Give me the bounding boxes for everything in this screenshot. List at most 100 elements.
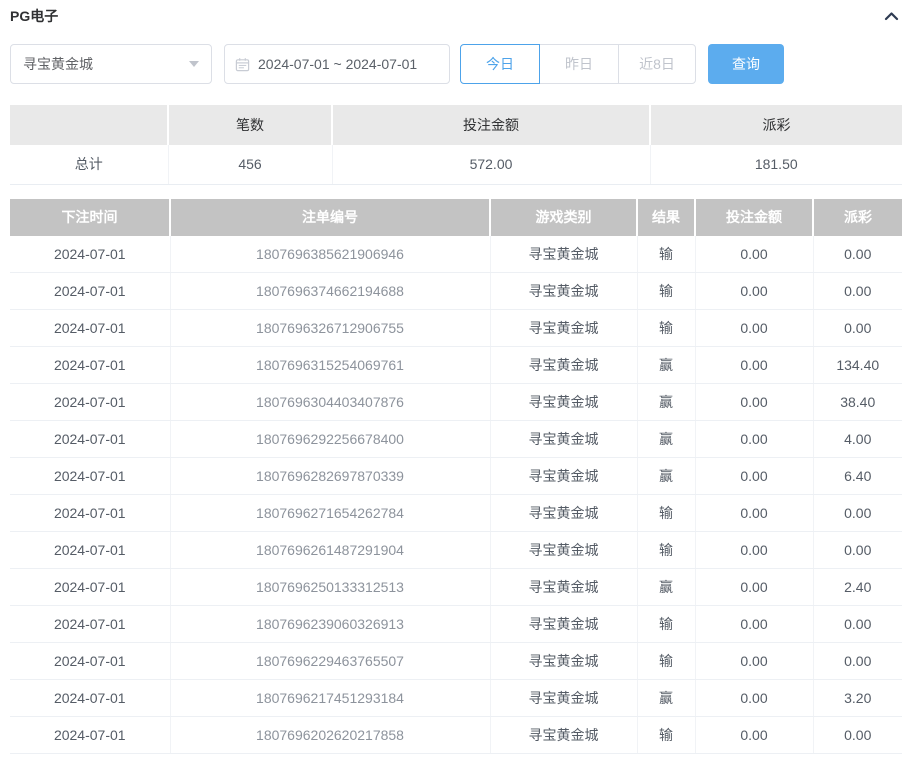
record-row: 2024-07-01 1807696304403407876 寻宝黄金城 赢 0… (10, 384, 902, 421)
collapse-button[interactable] (881, 7, 902, 25)
record-row: 2024-07-01 1807696326712906755 寻宝黄金城 输 0… (10, 310, 902, 347)
cell-game-type: 寻宝黄金城 (490, 384, 637, 421)
cell-bet-id: 1807696292256678400 (170, 421, 490, 458)
summary-col-payout: 派彩 (650, 105, 902, 145)
cell-game-type: 寻宝黄金城 (490, 643, 637, 680)
panel-title: PG电子 (10, 6, 58, 26)
record-row: 2024-07-01 1807696239060326913 寻宝黄金城 输 0… (10, 606, 902, 643)
date-range-value: 2024-07-01 ~ 2024-07-01 (258, 56, 417, 72)
cell-payout: 0.00 (813, 643, 902, 680)
date-range-input[interactable]: 2024-07-01 ~ 2024-07-01 (224, 44, 450, 84)
records-header-row: 下注时间 注单编号 游戏类别 结果 投注金额 派彩 (10, 199, 902, 236)
panel-header: PG电子 (10, 0, 902, 26)
cell-bet-amount: 0.00 (695, 606, 813, 643)
record-row: 2024-07-01 1807696271654262784 寻宝黄金城 输 0… (10, 495, 902, 532)
cell-game-type: 寻宝黄金城 (490, 273, 637, 310)
calendar-icon (235, 57, 250, 72)
summary-table: 笔数 投注金额 派彩 总计 456 572.00 181.50 (10, 105, 902, 185)
cell-payout: 0.00 (813, 717, 902, 754)
cell-bet-amount: 0.00 (695, 680, 813, 717)
cell-game-type: 寻宝黄金城 (490, 569, 637, 606)
cell-result: 赢 (637, 680, 695, 717)
cell-payout: 0.00 (813, 273, 902, 310)
cell-bet-id: 1807696217451293184 (170, 680, 490, 717)
cell-bet-id: 1807696271654262784 (170, 495, 490, 532)
cell-result: 输 (637, 273, 695, 310)
cell-result: 输 (637, 532, 695, 569)
cell-game-type: 寻宝黄金城 (490, 532, 637, 569)
quick-range-group: 今日 昨日 近8日 (460, 44, 696, 84)
range-button-today[interactable]: 今日 (460, 44, 540, 84)
cell-bet-id: 1807696239060326913 (170, 606, 490, 643)
cell-payout: 0.00 (813, 495, 902, 532)
query-button[interactable]: 查询 (708, 44, 784, 84)
cell-bet-time: 2024-07-01 (10, 606, 170, 643)
cell-game-type: 寻宝黄金城 (490, 606, 637, 643)
records-col-game-type: 游戏类别 (490, 199, 637, 236)
cell-bet-time: 2024-07-01 (10, 569, 170, 606)
records-table: 下注时间 注单编号 游戏类别 结果 投注金额 派彩 2024-07-01 180… (10, 199, 902, 755)
cell-bet-time: 2024-07-01 (10, 680, 170, 717)
summary-header-row: 笔数 投注金额 派彩 (10, 105, 902, 145)
cell-game-type: 寻宝黄金城 (490, 717, 637, 754)
cell-bet-amount: 0.00 (695, 384, 813, 421)
cell-result: 赢 (637, 458, 695, 495)
cell-game-type: 寻宝黄金城 (490, 236, 637, 273)
cell-bet-amount: 0.00 (695, 643, 813, 680)
record-row: 2024-07-01 1807696261487291904 寻宝黄金城 输 0… (10, 532, 902, 569)
records-col-result: 结果 (637, 199, 695, 236)
cell-payout: 0.00 (813, 236, 902, 273)
cell-bet-amount: 0.00 (695, 236, 813, 273)
cell-bet-amount: 0.00 (695, 532, 813, 569)
chevron-up-icon (883, 11, 900, 26)
game-select[interactable]: 寻宝黄金城 (10, 44, 212, 84)
record-row: 2024-07-01 1807696292256678400 寻宝黄金城 赢 0… (10, 421, 902, 458)
summary-total-payout: 181.50 (650, 145, 902, 184)
summary-total-count: 456 (168, 145, 332, 184)
records-col-bet-amount: 投注金额 (695, 199, 813, 236)
game-select-value: 寻宝黄金城 (23, 54, 93, 74)
cell-game-type: 寻宝黄金城 (490, 495, 637, 532)
cell-bet-time: 2024-07-01 (10, 384, 170, 421)
cell-bet-amount: 0.00 (695, 273, 813, 310)
cell-bet-id: 1807696385621906946 (170, 236, 490, 273)
cell-bet-amount: 0.00 (695, 347, 813, 384)
range-button-last8days[interactable]: 近8日 (618, 44, 696, 84)
cell-bet-time: 2024-07-01 (10, 347, 170, 384)
cell-game-type: 寻宝黄金城 (490, 347, 637, 384)
cell-bet-amount: 0.00 (695, 310, 813, 347)
cell-result: 赢 (637, 569, 695, 606)
cell-bet-time: 2024-07-01 (10, 495, 170, 532)
range-button-yesterday[interactable]: 昨日 (539, 44, 619, 84)
cell-result: 赢 (637, 347, 695, 384)
filter-bar: 寻宝黄金城 2024-07-01 ~ 2024-07-01 今日 昨日 近8日 … (10, 44, 902, 84)
cell-payout: 0.00 (813, 532, 902, 569)
cell-payout: 0.00 (813, 606, 902, 643)
records-body: 2024-07-01 1807696385621906946 寻宝黄金城 输 0… (10, 236, 902, 754)
cell-bet-amount: 0.00 (695, 421, 813, 458)
cell-result: 赢 (637, 421, 695, 458)
cell-payout: 38.40 (813, 384, 902, 421)
cell-game-type: 寻宝黄金城 (490, 458, 637, 495)
summary-total-bet-amount: 572.00 (332, 145, 650, 184)
cell-bet-amount: 0.00 (695, 717, 813, 754)
summary-total-row: 总计 456 572.00 181.50 (10, 145, 902, 184)
records-col-payout: 派彩 (813, 199, 902, 236)
cell-bet-time: 2024-07-01 (10, 421, 170, 458)
cell-bet-time: 2024-07-01 (10, 236, 170, 273)
cell-result: 输 (637, 717, 695, 754)
record-row: 2024-07-01 1807696282697870339 寻宝黄金城 赢 0… (10, 458, 902, 495)
cell-bet-id: 1807696374662194688 (170, 273, 490, 310)
record-row: 2024-07-01 1807696385621906946 寻宝黄金城 输 0… (10, 236, 902, 273)
cell-bet-id: 1807696282697870339 (170, 458, 490, 495)
cell-payout: 2.40 (813, 569, 902, 606)
cell-bet-id: 1807696326712906755 (170, 310, 490, 347)
cell-payout: 3.20 (813, 680, 902, 717)
summary-total-label: 总计 (10, 145, 168, 184)
cell-bet-amount: 0.00 (695, 458, 813, 495)
cell-bet-amount: 0.00 (695, 569, 813, 606)
cell-bet-id: 1807696304403407876 (170, 384, 490, 421)
record-row: 2024-07-01 1807696374662194688 寻宝黄金城 输 0… (10, 273, 902, 310)
summary-col-bet-amount: 投注金额 (332, 105, 650, 145)
cell-bet-id: 1807696261487291904 (170, 532, 490, 569)
